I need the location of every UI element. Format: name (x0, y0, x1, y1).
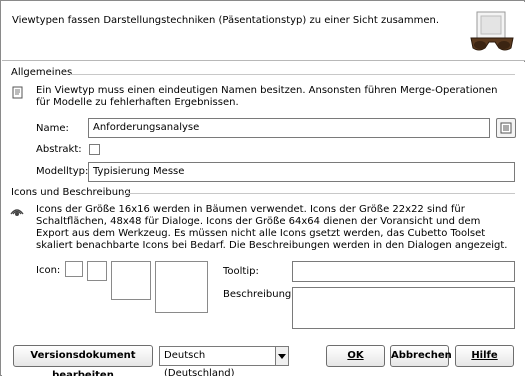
abstract-checkbox[interactable] (89, 144, 100, 155)
name-properties-button[interactable] (496, 118, 516, 138)
dialog-window: Viewtypen fassen Darstellungstechniken (… (0, 0, 525, 376)
section-divider (125, 193, 515, 194)
dialog-content: Allgemeines Ein Viewtyp muss einen einde… (2, 62, 525, 376)
ok-button-label: OK (347, 350, 364, 361)
tooltip-field[interactable] (292, 261, 515, 282)
name-label: Name: (36, 123, 69, 134)
cancel-button-label: Abbrechen (391, 350, 452, 361)
section-title-icons: Icons und Beschreibung (11, 187, 131, 198)
help-button-label: Hilfe (471, 350, 498, 361)
list-edit-icon (500, 122, 512, 134)
icon-48-slot[interactable] (111, 261, 151, 300)
icon-16-slot[interactable] (65, 261, 83, 277)
name-field[interactable]: Anforderungsanalyse (88, 118, 490, 138)
ok-button[interactable]: OK (326, 345, 385, 367)
abstract-label: Abstrakt: (36, 144, 82, 155)
help-button[interactable]: Hilfe (455, 345, 514, 367)
eye-icon (10, 209, 24, 216)
modeltype-label: Modelltyp: (36, 166, 89, 177)
edit-version-document-button[interactable]: Versionsdokument bearbeiten (13, 345, 153, 376)
section-divider (70, 74, 515, 75)
modeltype-field[interactable]: Typisierung Messe (88, 162, 515, 182)
dialog-header: Viewtypen fassen Darstellungstechniken (… (2, 2, 525, 61)
icon-22-slot[interactable] (87, 261, 107, 281)
view-glasses-icon (470, 11, 514, 51)
info-document-icon (12, 86, 23, 99)
description-label: Beschreibung: (223, 289, 295, 300)
header-description: Viewtypen fassen Darstellungstechniken (… (12, 15, 440, 26)
section-title-general: Allgemeines (11, 67, 73, 78)
language-dropdown-arrow[interactable] (275, 346, 289, 366)
language-select[interactable]: Deutsch (Deutschland) (159, 346, 276, 376)
description-textarea[interactable] (292, 287, 515, 329)
cancel-button[interactable]: Abbrechen (390, 345, 452, 367)
general-info-text: Ein Viewtyp muss einen eindeutigen Namen… (36, 85, 498, 108)
tooltip-label: Tooltip: (223, 266, 259, 277)
icon-label: Icon: (36, 265, 61, 276)
icon-64-slot[interactable] (155, 261, 208, 313)
icons-info-text: Icons der Größe 16x16 werden in Bäumen v… (36, 204, 508, 251)
